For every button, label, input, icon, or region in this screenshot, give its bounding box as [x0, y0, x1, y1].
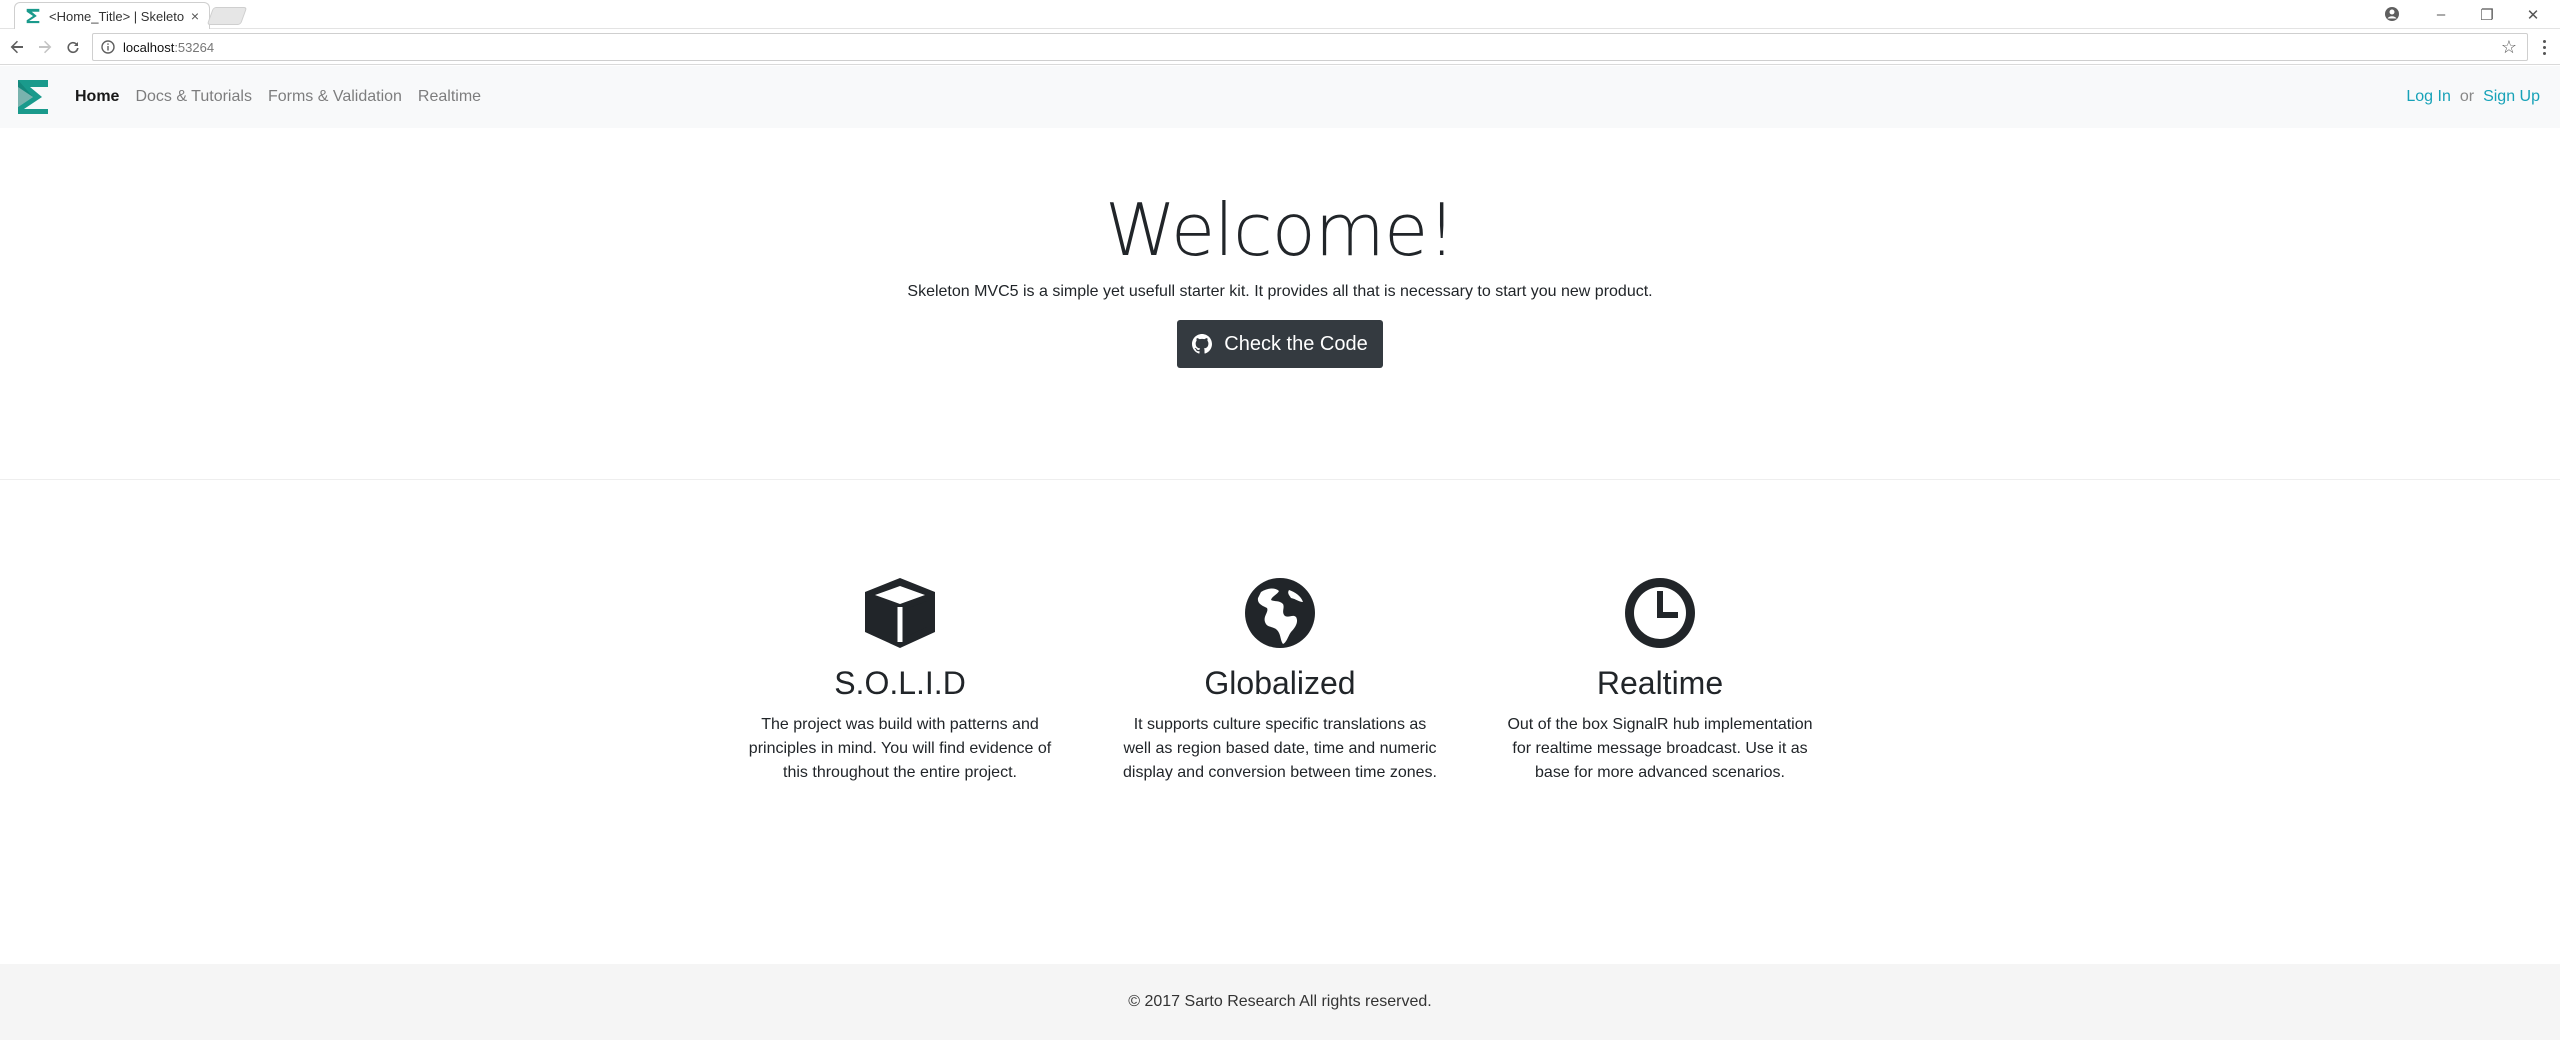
page-title: Welcome!: [1104, 188, 1456, 272]
clock-icon: [1621, 574, 1699, 652]
restore-button[interactable]: ❐: [2464, 0, 2510, 29]
nav-link-docs-tutorials[interactable]: Docs & Tutorials: [135, 88, 251, 106]
hero-lead: Skeleton MVC5 is a simple yet usefull st…: [907, 283, 1653, 300]
feature-title: Realtime: [1596, 665, 1724, 701]
login-link[interactable]: Log In: [2406, 88, 2450, 106]
profile-icon[interactable]: [2384, 6, 2400, 22]
copyright-text: © 2017 Sarto Research All rights reserve…: [1128, 993, 1432, 1010]
skeleton-favicon-icon: [25, 8, 41, 24]
feature-realtime: Realtime Out of the box SignalR hub impl…: [1490, 574, 1830, 785]
check-the-code-button[interactable]: Check the Code: [1177, 320, 1383, 368]
browser-tab[interactable]: <Home_Title> | Skeleton ×: [14, 2, 210, 29]
close-window-button[interactable]: ✕: [2510, 0, 2556, 29]
address-bar[interactable]: localhost:53264 ☆: [92, 33, 2528, 61]
check-the-code-label: Check the Code: [1224, 332, 1368, 355]
reload-icon[interactable]: [62, 36, 84, 58]
site-navbar: Home Docs & Tutorials Forms & Validation…: [0, 66, 2560, 128]
nav-links: Home Docs & Tutorials Forms & Validation…: [75, 66, 497, 128]
feature-text: Out of the box SignalR hub implementatio…: [1507, 716, 1813, 782]
url-host: localhost: [123, 39, 175, 55]
tab-title: <Home_Title> | Skeleton: [49, 8, 185, 24]
menu-icon[interactable]: [2536, 35, 2552, 59]
back-icon[interactable]: [6, 36, 28, 58]
feature-solid: S.O.L.I.D The project was build with pat…: [730, 574, 1070, 785]
github-icon: [1192, 334, 1213, 354]
or-label: or: [2459, 88, 2475, 105]
info-icon[interactable]: [101, 40, 115, 54]
feature-title: S.O.L.I.D: [834, 665, 966, 701]
footer: © 2017 Sarto Research All rights reserve…: [0, 964, 2560, 1040]
feature-title: Globalized: [1204, 665, 1356, 701]
feature-text: The project was build with patterns and …: [748, 716, 1052, 782]
skeleton-logo-icon[interactable]: [16, 78, 50, 116]
browser-toolbar: localhost:53264 ☆: [0, 29, 2560, 65]
forward-icon[interactable]: [34, 36, 56, 58]
minimize-button[interactable]: –: [2418, 0, 2464, 29]
browser-tabstrip: <Home_Title> | Skeleton × – ❐ ✕: [0, 0, 2560, 29]
star-icon[interactable]: ☆: [2501, 37, 2517, 58]
cube-icon: [861, 574, 939, 652]
auth-links: Log In or Sign Up: [2406, 66, 2540, 128]
hero-section: Welcome! Skeleton MVC5 is a simple yet u…: [0, 128, 2560, 480]
url-port: :53264: [174, 39, 215, 55]
new-tab-button[interactable]: [206, 7, 248, 25]
tab-close-icon[interactable]: ×: [191, 8, 199, 24]
nav-link-realtime[interactable]: Realtime: [418, 88, 481, 106]
nav-link-forms-validation[interactable]: Forms & Validation: [268, 88, 402, 106]
nav-link-home[interactable]: Home: [75, 88, 119, 106]
feature-globalized: Globalized It supports culture specific …: [1110, 574, 1450, 785]
feature-text: It supports culture specific translation…: [1123, 716, 1437, 782]
globe-icon: [1241, 574, 1319, 652]
signup-link[interactable]: Sign Up: [2483, 88, 2540, 106]
